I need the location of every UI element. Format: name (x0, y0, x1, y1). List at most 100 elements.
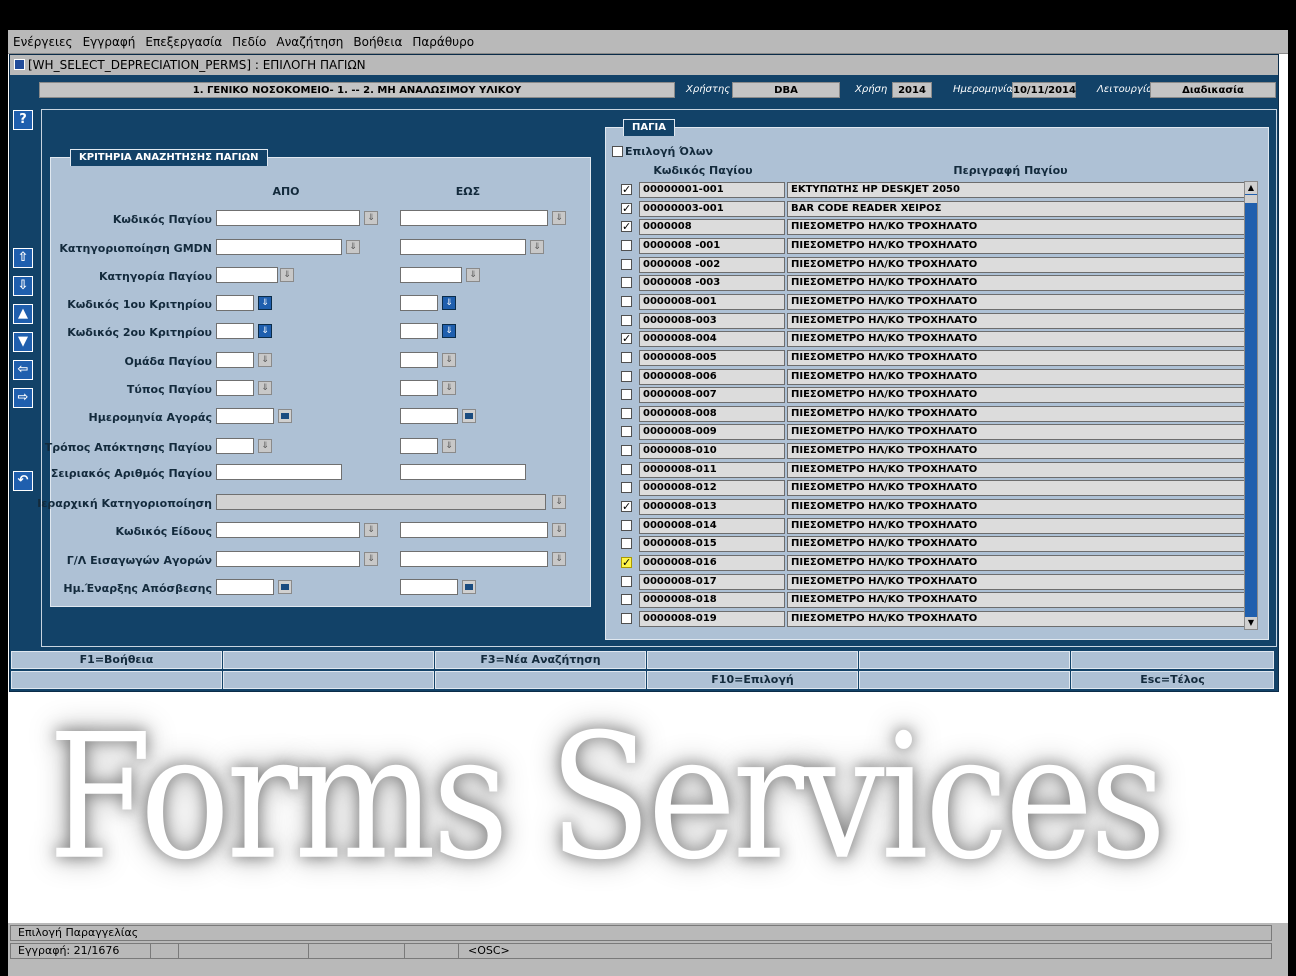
menu-record[interactable]: Εγγραφή (83, 35, 136, 49)
row-checkbox[interactable]: ✓ (621, 557, 632, 568)
menu-actions[interactable]: Ενέργειες (13, 35, 73, 49)
asset-description-cell[interactable]: ΠΙΕΣΟΜΕΤΡΟ ΗΛ/ΚΟ ΤΡΟΧΗΛΑΤΟ (787, 275, 1250, 292)
row-checkbox[interactable] (621, 594, 632, 606)
hierarchical-category-input[interactable] (216, 494, 546, 510)
item-code-from-input[interactable] (216, 522, 360, 538)
f10-select-button[interactable]: F10=Επιλογή (647, 671, 858, 689)
asset-category-from-lov-icon[interactable]: ⇓ (280, 268, 294, 282)
row-checkbox[interactable] (621, 426, 632, 438)
asset-description-cell[interactable]: ΠΙΕΣΟΜΕΤΡΟ ΗΛ/ΚΟ ΤΡΟΧΗΛΑΤΟ (787, 219, 1250, 236)
asset-description-cell[interactable]: ΠΙΕΣΟΜΕΤΡΟ ΗΛ/ΚΟ ΤΡΟΧΗΛΑΤΟ (787, 592, 1250, 609)
asset-group-to-input[interactable] (400, 352, 438, 368)
table-row[interactable]: ✓ 0000008-013 ΠΙΕΣΟΜΕΤΡΟ ΗΛ/ΚΟ ΤΡΟΧΗΛΑΤΟ (605, 498, 1265, 516)
asset-code-cell[interactable]: 0000008 -003 (639, 275, 785, 292)
asset-code-cell[interactable]: 0000008-010 (639, 443, 785, 460)
row-checkbox[interactable] (621, 445, 632, 457)
serial-number-to-input[interactable] (400, 464, 526, 480)
gl-account-to-input[interactable] (400, 551, 548, 567)
criterion2-to-input[interactable] (400, 323, 438, 339)
table-row[interactable]: 0000008-019 ΠΙΕΣΟΜΕΤΡΟ ΗΛ/ΚΟ ΤΡΟΧΗΛΑΤΟ (605, 610, 1265, 628)
asset-description-cell[interactable]: ΠΙΕΣΟΜΕΤΡΟ ΗΛ/ΚΟ ΤΡΟΧΗΛΑΤΟ (787, 256, 1250, 273)
menu-field[interactable]: Πεδίο (232, 35, 266, 49)
asset-code-cell[interactable]: 0000008-016 (639, 555, 785, 571)
gl-account-to-lov-icon[interactable]: ⇓ (552, 552, 566, 566)
asset-description-cell[interactable]: ΠΙΕΣΟΜΕΤΡΟ ΗΛ/ΚΟ ΤΡΟΧΗΛΑΤΟ (787, 573, 1250, 590)
criterion1-to-lov-icon[interactable]: ⇓ (442, 296, 456, 310)
asset-code-cell[interactable]: 0000008-012 (639, 480, 785, 497)
criterion2-from-input[interactable] (216, 323, 254, 339)
asset-code-cell[interactable]: 0000008-014 (639, 517, 785, 534)
asset-code-cell[interactable]: 0000008 (639, 219, 785, 236)
gmdn-from-lov-icon[interactable]: ⇓ (346, 240, 360, 254)
row-checkbox[interactable]: ✓ (621, 221, 632, 233)
row-checkbox[interactable] (621, 351, 632, 363)
gmdn-from-input[interactable] (216, 239, 342, 255)
table-row[interactable]: ✓ 00000003-001 BAR CODE READER ΧΕΙΡΟΣ (605, 200, 1265, 218)
asset-code-cell[interactable]: 0000008-004 (639, 331, 785, 348)
asset-description-cell[interactable]: ΠΙΕΣΟΜΕΤΡΟ ΗΛ/ΚΟ ΤΡΟΧΗΛΑΤΟ (787, 293, 1250, 310)
asset-code-to-lov-icon[interactable]: ⇓ (552, 211, 566, 225)
gmdn-to-input[interactable] (400, 239, 526, 255)
scroll-down-icon[interactable]: ▼ (1245, 617, 1257, 629)
table-row[interactable]: 0000008-005 ΠΙΕΣΟΜΕΤΡΟ ΗΛ/ΚΟ ΤΡΟΧΗΛΑΤΟ (605, 349, 1265, 367)
help-button[interactable]: ? (13, 110, 33, 130)
table-row[interactable]: 0000008-014 ΠΙΕΣΟΜΕΤΡΟ ΗΛ/ΚΟ ΤΡΟΧΗΛΑΤΟ (605, 517, 1265, 535)
asset-description-cell[interactable]: ΠΙΕΣΟΜΕΤΡΟ ΗΛ/ΚΟ ΤΡΟΧΗΛΑΤΟ (787, 331, 1250, 348)
scroll-thumb[interactable] (1245, 195, 1257, 203)
asset-description-cell[interactable]: ΠΙΕΣΟΜΕΤΡΟ ΗΛ/ΚΟ ΤΡΟΧΗΛΑΤΟ (787, 405, 1250, 422)
criterion2-from-lov-icon[interactable]: ⇓ (258, 324, 272, 338)
asset-code-cell[interactable]: 0000008-003 (639, 312, 785, 329)
calendar-icon[interactable] (462, 409, 476, 423)
table-row[interactable]: ✓ 0000008-004 ΠΙΕΣΟΜΕΤΡΟ ΗΛ/ΚΟ ΤΡΟΧΗΛΑΤΟ (605, 330, 1265, 348)
purchase-date-from-input[interactable] (216, 408, 274, 424)
asset-description-cell[interactable]: ΠΙΕΣΟΜΕΤΡΟ ΗΛ/ΚΟ ΤΡΟΧΗΛΑΤΟ (787, 517, 1250, 534)
assets-scrollbar[interactable]: ▲ ▼ (1244, 181, 1258, 630)
criterion2-to-lov-icon[interactable]: ⇓ (442, 324, 456, 338)
gl-account-from-lov-icon[interactable]: ⇓ (364, 552, 378, 566)
row-checkbox[interactable] (621, 519, 632, 531)
table-row[interactable]: 0000008-007 ΠΙΕΣΟΜΕΤΡΟ ΗΛ/ΚΟ ΤΡΟΧΗΛΑΤΟ (605, 386, 1265, 404)
asset-code-cell[interactable]: 0000008-005 (639, 349, 785, 366)
menu-edit[interactable]: Επεξεργασία (145, 35, 222, 49)
asset-description-cell[interactable]: ΠΙΕΣΟΜΕΤΡΟ ΗΛ/ΚΟ ΤΡΟΧΗΛΑΤΟ (787, 312, 1250, 329)
asset-description-cell[interactable]: ΠΙΕΣΟΜΕΤΡΟ ΗΛ/ΚΟ ΤΡΟΧΗΛΑΤΟ (787, 237, 1250, 254)
table-row[interactable]: 0000008-008 ΠΙΕΣΟΜΕΤΡΟ ΗΛ/ΚΟ ΤΡΟΧΗΛΑΤΟ (605, 405, 1265, 423)
calendar-icon[interactable] (278, 580, 292, 594)
calendar-icon[interactable] (278, 409, 292, 423)
row-checkbox[interactable]: ✓ (621, 202, 632, 214)
asset-code-cell[interactable]: 0000008-013 (639, 499, 785, 516)
acquisition-method-from-input[interactable] (216, 438, 254, 454)
asset-description-cell[interactable]: ΠΙΕΣΟΜΕΤΡΟ ΗΛ/ΚΟ ΤΡΟΧΗΛΑΤΟ (787, 610, 1250, 627)
hierarchical-category-lov-icon[interactable]: ⇓ (552, 495, 566, 509)
asset-category-to-input[interactable] (400, 267, 462, 283)
asset-code-cell[interactable]: 0000008-017 (639, 573, 785, 590)
asset-code-cell[interactable]: 0000008-006 (639, 368, 785, 385)
table-row[interactable]: ✓ 0000008 ΠΙΕΣΟΜΕΤΡΟ ΗΛ/ΚΟ ΤΡΟΧΗΛΑΤΟ (605, 218, 1265, 236)
asset-code-cell[interactable]: 00000001-001 (639, 182, 785, 198)
table-row[interactable]: ✓ 00000001-001 ΕΚΤΥΠΩΤΗΣ HP DESKJET 2050 (605, 181, 1265, 199)
asset-code-cell[interactable]: 0000008-011 (639, 461, 785, 478)
asset-type-from-input[interactable] (216, 380, 254, 396)
row-checkbox[interactable] (621, 482, 632, 494)
row-checkbox[interactable]: ✓ (621, 501, 632, 513)
table-row[interactable]: 0000008 -001 ΠΙΕΣΟΜΕΤΡΟ ΗΛ/ΚΟ ΤΡΟΧΗΛΑΤΟ (605, 237, 1265, 255)
item-code-from-lov-icon[interactable]: ⇓ (364, 523, 378, 537)
asset-group-to-lov-icon[interactable]: ⇓ (442, 353, 456, 367)
asset-description-cell[interactable]: ΠΙΕΣΟΜΕΤΡΟ ΗΛ/ΚΟ ΤΡΟΧΗΛΑΤΟ (787, 387, 1250, 404)
asset-description-cell[interactable]: ΠΙΕΣΟΜΕΤΡΟ ΗΛ/ΚΟ ΤΡΟΧΗΛΑΤΟ (787, 424, 1250, 441)
asset-code-cell[interactable]: 0000008-019 (639, 610, 785, 627)
criterion1-to-input[interactable] (400, 295, 438, 311)
asset-code-cell[interactable]: 0000008-015 (639, 536, 785, 553)
criterion1-from-input[interactable] (216, 295, 254, 311)
table-row[interactable]: 0000008-011 ΠΙΕΣΟΜΕΤΡΟ ΗΛ/ΚΟ ΤΡΟΧΗΛΑΤΟ (605, 461, 1265, 479)
asset-description-cell[interactable]: BAR CODE READER ΧΕΙΡΟΣ (787, 200, 1250, 217)
asset-code-cell[interactable]: 0000008-008 (639, 405, 785, 422)
asset-code-from-input[interactable] (216, 210, 360, 226)
asset-code-cell[interactable]: 0000008-007 (639, 387, 785, 404)
asset-description-cell[interactable]: ΠΙΕΣΟΜΕΤΡΟ ΗΛ/ΚΟ ΤΡΟΧΗΛΑΤΟ (787, 555, 1250, 571)
table-row[interactable]: 0000008-018 ΠΙΕΣΟΜΕΤΡΟ ΗΛ/ΚΟ ΤΡΟΧΗΛΑΤΟ (605, 591, 1265, 609)
row-checkbox[interactable] (621, 538, 632, 550)
row-checkbox[interactable] (621, 612, 632, 624)
table-row[interactable]: 0000008-003 ΠΙΕΣΟΜΕΤΡΟ ΗΛ/ΚΟ ΤΡΟΧΗΛΑΤΟ (605, 312, 1265, 330)
asset-code-from-lov-icon[interactable]: ⇓ (364, 211, 378, 225)
